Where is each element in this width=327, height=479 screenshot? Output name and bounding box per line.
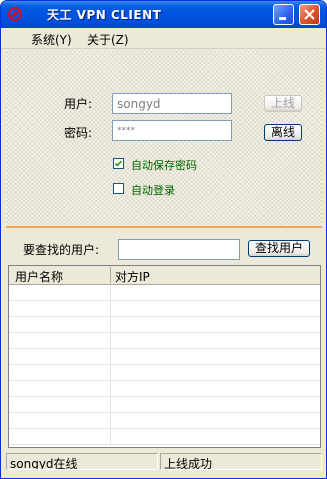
status-bar: songyd在线 上线成功: [6, 452, 322, 472]
password-label: 密码:: [64, 126, 93, 140]
menu-about[interactable]: 关于(Z): [87, 31, 129, 48]
user-list[interactable]: 用户名称 对方IP: [8, 265, 321, 448]
save-password-label[interactable]: 自动保存密码: [131, 157, 197, 173]
search-label: 要查找的用户:: [23, 243, 100, 257]
list-header: 用户名称 对方IP: [9, 266, 320, 285]
minimize-button[interactable]: [273, 4, 294, 25]
checkmark-icon: [114, 160, 123, 167]
menu-bar: 系统(Y) 关于(Z): [1, 28, 326, 49]
search-user-button[interactable]: 查找用户: [248, 240, 310, 257]
list-row: [9, 333, 320, 349]
list-row: [9, 413, 320, 429]
auto-login-checkbox[interactable]: [113, 183, 124, 194]
login-panel: 用户: 上线 密码: 离线 自动保存密码 自动登录: [6, 50, 322, 228]
online-button[interactable]: 上线: [264, 95, 302, 112]
column-username[interactable]: 用户名称: [15, 268, 63, 285]
username-label: 用户:: [64, 97, 93, 111]
list-row: [9, 397, 320, 413]
column-peer-ip[interactable]: 对方IP: [115, 268, 150, 285]
list-row: [9, 285, 320, 301]
offline-button[interactable]: 离线: [264, 124, 302, 141]
list-row: [9, 301, 320, 317]
status-user: songyd在线: [6, 453, 158, 470]
list-row: [9, 381, 320, 397]
search-bar: 要查找的用户: 查找用户: [6, 227, 322, 267]
main-window: 天工 VPN CLIENT 系统(Y) 关于(Z) 用户: 上线 密码: 离线 …: [0, 0, 327, 479]
close-icon: [304, 9, 315, 20]
list-rows: [9, 285, 320, 445]
username-field[interactable]: [112, 93, 232, 114]
status-message: 上线成功: [160, 453, 322, 470]
list-row: [9, 317, 320, 333]
search-input[interactable]: [118, 239, 240, 260]
close-button[interactable]: [299, 4, 320, 25]
auto-login-label[interactable]: 自动登录: [131, 182, 175, 198]
list-row: [9, 429, 320, 445]
app-logo-icon[interactable]: [7, 6, 23, 22]
menu-system[interactable]: 系统(Y): [31, 31, 72, 48]
window-title: 天工 VPN CLIENT: [47, 8, 162, 22]
list-row: [9, 365, 320, 381]
title-bar[interactable]: 天工 VPN CLIENT: [1, 1, 326, 28]
minimize-icon: [279, 17, 286, 20]
save-password-checkbox[interactable]: [113, 158, 124, 169]
column-divider[interactable]: [110, 267, 111, 283]
password-field[interactable]: [112, 120, 232, 141]
list-row: [9, 349, 320, 365]
